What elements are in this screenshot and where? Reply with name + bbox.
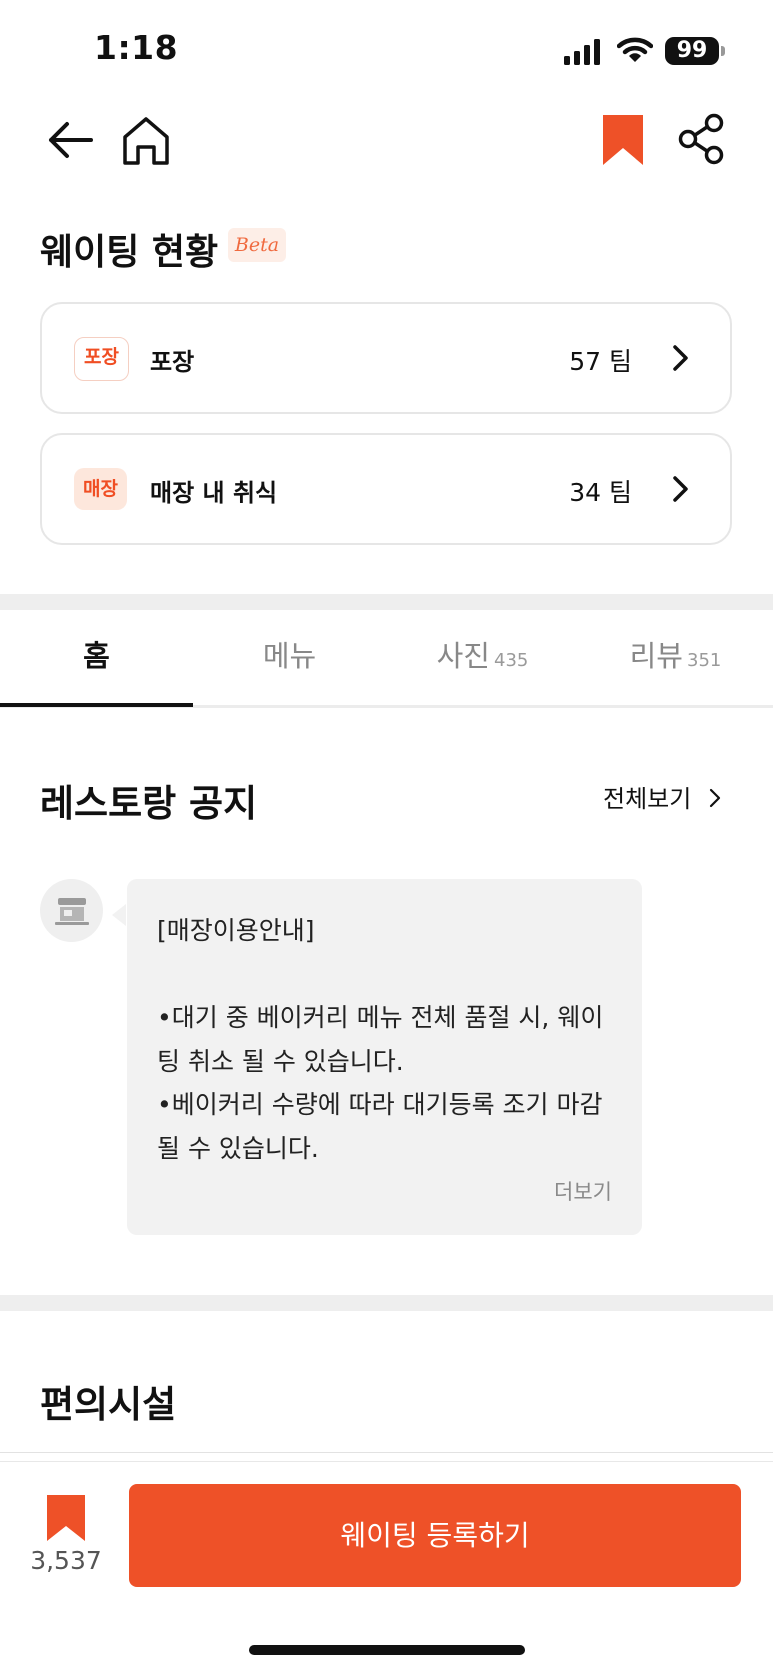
tab-label: 홈 (83, 639, 110, 673)
home-icon[interactable] (120, 115, 172, 167)
beta-badge: Beta (228, 228, 286, 262)
bookmark-icon (47, 1495, 85, 1541)
facilities-divider (0, 1452, 773, 1453)
tab-count: 351 (687, 650, 722, 671)
tab-menu[interactable]: 메뉴 (193, 633, 386, 675)
waiting-team-count: 57 팀 (569, 347, 632, 376)
dine-in-tag: 매장 (74, 468, 127, 510)
section-divider (0, 1295, 773, 1311)
wifi-icon (617, 37, 653, 62)
back-arrow-icon[interactable] (46, 118, 96, 162)
waiting-card-dine-in[interactable]: 매장 매장 내 취식 34 팀 (40, 433, 732, 545)
bookmark-icon[interactable] (603, 115, 643, 165)
active-tab-indicator (0, 703, 193, 707)
battery-indicator: 99 (665, 37, 719, 65)
cellular-signal-icon (564, 39, 600, 65)
store-icon (55, 898, 89, 925)
chevron-right-icon (673, 476, 688, 502)
tab-label: 리뷰 (629, 639, 683, 673)
home-indicator (249, 1645, 525, 1655)
notice-text: [매장이용안내] •대기 중 베이커리 메뉴 전체 품절 시, 웨이팅 취소 될… (157, 916, 604, 1163)
more-button[interactable]: 더보기 (554, 1176, 612, 1206)
save-count: 3,537 (30, 1546, 102, 1575)
battery-tip (721, 46, 725, 56)
waiting-card-takeout[interactable]: 포장 포장 57 팀 (40, 302, 732, 414)
tab-photos[interactable]: 사진 435 (386, 633, 579, 675)
facilities-title: 편의시설 (40, 1383, 177, 1426)
notice-bubble-tail (112, 904, 126, 926)
tab-reviews[interactable]: 리뷰 351 (579, 633, 772, 675)
chevron-right-icon (709, 788, 721, 808)
takeout-tag: 포장 (74, 337, 129, 381)
see-all-link[interactable]: 전체보기 (603, 779, 721, 814)
chevron-right-icon (673, 345, 688, 371)
status-time: 1:18 (94, 28, 179, 67)
notice-title: 레스토랑 공지 (40, 782, 258, 825)
share-icon[interactable] (678, 113, 726, 165)
tab-label: 사진 (436, 639, 490, 673)
tab-home[interactable]: 홈 (0, 633, 193, 675)
waiting-card-label: 매장 내 취식 (150, 479, 278, 507)
register-waiting-button[interactable]: 웨이팅 등록하기 (129, 1484, 741, 1587)
tab-label: 메뉴 (262, 639, 317, 673)
section-divider (0, 594, 773, 610)
waiting-card-label: 포장 (150, 348, 195, 376)
restaurant-avatar (40, 879, 103, 942)
see-all-label: 전체보기 (603, 785, 692, 813)
tab-count: 435 (494, 650, 529, 671)
waiting-team-count: 34 팀 (569, 478, 632, 507)
waiting-status-title: 웨이팅 현황 (40, 232, 219, 273)
notice-bubble: [매장이용안내] •대기 중 베이커리 메뉴 전체 품절 시, 웨이팅 취소 될… (127, 879, 642, 1235)
